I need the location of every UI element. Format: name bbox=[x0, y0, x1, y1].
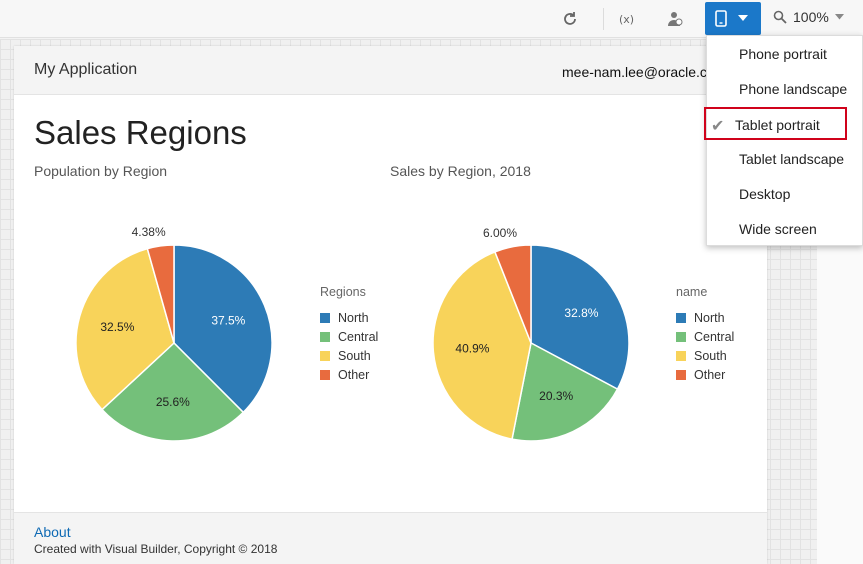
pie-data-label: 20.3% bbox=[539, 389, 573, 403]
device-menu: Phone portrait Phone landscape ✔ Tablet … bbox=[704, 35, 863, 246]
menu-item-phone-landscape[interactable]: Phone landscape bbox=[707, 71, 863, 106]
legend-swatch bbox=[676, 369, 686, 380]
menu-item-label: Phone portrait bbox=[739, 46, 827, 62]
app-header: My Application mee-nam.lee@oracle.c bbox=[14, 46, 767, 95]
menu-item-wide-screen[interactable]: Wide screen bbox=[707, 211, 863, 246]
app-footer: About Created with Visual Builder, Copyr… bbox=[14, 512, 767, 564]
device-phone-icon bbox=[715, 10, 727, 27]
menu-item-phone-portrait[interactable]: Phone portrait bbox=[707, 36, 863, 71]
zoom-icon bbox=[773, 10, 787, 24]
menu-item-tablet-landscape[interactable]: Tablet landscape bbox=[707, 141, 863, 176]
legend-swatch bbox=[320, 369, 330, 380]
about-link[interactable]: About bbox=[34, 524, 71, 540]
pie-data-label: 32.5% bbox=[100, 320, 134, 334]
sales-legend: name North Central South Other bbox=[676, 285, 734, 384]
menu-item-label: Tablet landscape bbox=[739, 151, 845, 167]
menu-item-label: Wide screen bbox=[739, 221, 817, 237]
designer-toolbar: (x) 100% bbox=[0, 0, 863, 38]
app-title: My Application bbox=[34, 61, 138, 78]
user-roles-icon[interactable] bbox=[664, 8, 686, 30]
legend-item-north[interactable]: North bbox=[676, 308, 734, 327]
legend-swatch bbox=[320, 331, 330, 342]
pie-data-label: 37.5% bbox=[211, 314, 245, 328]
chart-title-population: Population by Region bbox=[34, 163, 168, 179]
menu-item-desktop[interactable]: Desktop bbox=[707, 176, 863, 211]
user-menu[interactable]: mee-nam.lee@oracle.c bbox=[562, 64, 707, 80]
chart-title-sales: Sales by Region, 2018 bbox=[390, 163, 531, 179]
legend-label: South bbox=[694, 348, 727, 363]
legend-title: name bbox=[676, 285, 708, 299]
device-selector-button[interactable] bbox=[705, 2, 761, 35]
legend-label: Central bbox=[694, 329, 735, 344]
sales-pie-chart[interactable]: 32.8% 20.3% 40.9% 6.00% bbox=[411, 196, 651, 446]
legend-item-other[interactable]: Other bbox=[676, 365, 734, 384]
legend-item-south[interactable]: South bbox=[676, 346, 734, 365]
legend-item-central[interactable]: Central bbox=[676, 327, 734, 346]
page-title: Sales Regions bbox=[34, 114, 247, 151]
toolbar-separator bbox=[603, 8, 604, 30]
refresh-icon[interactable] bbox=[559, 8, 581, 30]
legend-item-central[interactable]: Central bbox=[320, 327, 378, 346]
legend-swatch bbox=[320, 312, 330, 323]
legend-label: North bbox=[338, 310, 369, 325]
variables-icon[interactable]: (x) bbox=[617, 8, 639, 30]
legend-swatch bbox=[676, 350, 686, 361]
pie-data-label: 32.8% bbox=[564, 306, 598, 320]
legend-swatch bbox=[676, 331, 686, 342]
legend-swatch bbox=[320, 350, 330, 361]
checkmark-icon: ✔ bbox=[711, 118, 725, 135]
legend-item-other[interactable]: Other bbox=[320, 365, 378, 384]
zoom-control[interactable]: 100% bbox=[773, 9, 844, 25]
legend-label: Central bbox=[338, 329, 379, 344]
pie-data-label: 6.00% bbox=[483, 226, 517, 240]
pie-data-label: 4.38% bbox=[132, 225, 166, 239]
population-legend: Regions North Central South Other bbox=[320, 285, 378, 384]
legend-item-north[interactable]: North bbox=[320, 308, 378, 327]
pie-data-label: 40.9% bbox=[455, 341, 489, 355]
menu-item-label: Tablet portrait bbox=[735, 117, 820, 133]
zoom-value: 100% bbox=[793, 9, 829, 25]
legend-label: North bbox=[694, 310, 725, 325]
zoom-chevron-icon bbox=[834, 14, 844, 20]
legend-label: Other bbox=[694, 367, 726, 382]
copyright-text: Created with Visual Builder, Copyright ©… bbox=[34, 542, 278, 556]
menu-item-tablet-portrait[interactable]: ✔ Tablet portrait bbox=[704, 107, 847, 140]
legend-label: South bbox=[338, 348, 371, 363]
pie-data-label: 25.6% bbox=[156, 395, 190, 409]
svg-text:(x): (x) bbox=[619, 13, 634, 26]
legend-item-south[interactable]: South bbox=[320, 346, 378, 365]
legend-title: Regions bbox=[320, 285, 366, 299]
menu-item-label: Desktop bbox=[739, 186, 791, 202]
legend-swatch bbox=[676, 312, 686, 323]
app-preview: My Application mee-nam.lee@oracle.c Sale… bbox=[14, 46, 767, 564]
chevron-down-icon bbox=[738, 15, 748, 21]
menu-item-label: Phone landscape bbox=[739, 81, 848, 97]
population-pie-chart[interactable]: 37.5% 25.6% 32.5% 4.38% bbox=[54, 196, 294, 446]
legend-label: Other bbox=[338, 367, 370, 382]
